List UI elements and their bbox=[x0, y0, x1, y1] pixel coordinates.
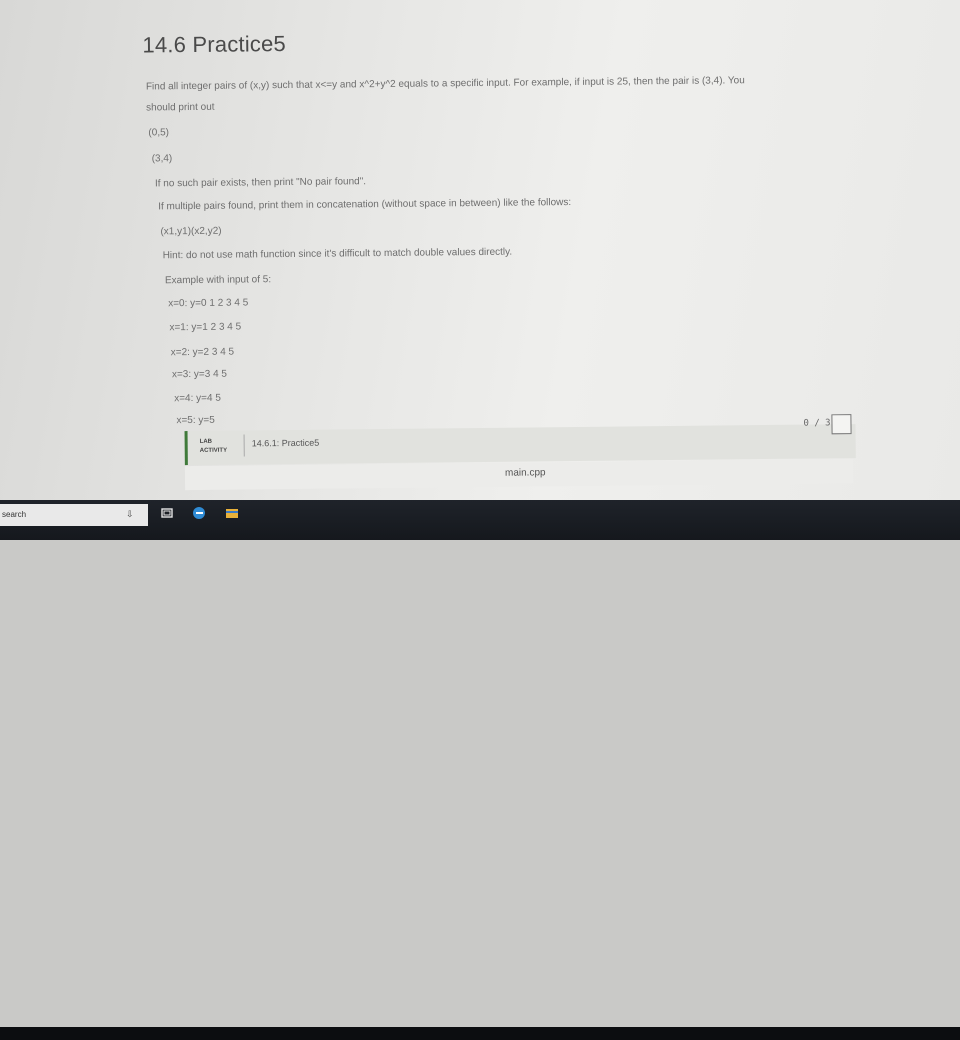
lab-score: 0 / 3 bbox=[803, 418, 831, 429]
search-input[interactable]: search ⇩ bbox=[0, 504, 148, 526]
search-label: search bbox=[2, 510, 27, 519]
example-intro: Example with input of 5: bbox=[164, 274, 272, 287]
page-title: 14.6 Practice5 bbox=[142, 31, 287, 58]
hint-text: Hint: do not use math function since it'… bbox=[162, 246, 513, 262]
screen-bottom-edge bbox=[0, 1027, 960, 1040]
lab-activity-tag: LAB ACTIVITY bbox=[200, 438, 228, 456]
edge-browser-icon[interactable] bbox=[192, 506, 206, 520]
no-pair-text: If no such pair exists, then print "No p… bbox=[154, 176, 367, 190]
lab-divider bbox=[243, 434, 245, 457]
example-line: x=5: y=5 bbox=[176, 414, 215, 427]
example-line: x=0: y=0 1 2 3 4 5 bbox=[168, 297, 249, 310]
file-explorer-icon[interactable] bbox=[225, 506, 239, 520]
lab-activity-header: LAB ACTIVITY 14.6.1: Practice5 0 / 3 bbox=[184, 414, 856, 466]
taskbar: search ⇩ bbox=[0, 500, 960, 1040]
browser-page: 14.6 Practice5 Find all integer pairs of… bbox=[0, 0, 960, 500]
example-line: x=1: y=1 2 3 4 5 bbox=[169, 321, 242, 334]
output-format-text: (x1,y1)(x2,y2) bbox=[160, 225, 222, 238]
microphone-icon[interactable]: ⇩ bbox=[126, 509, 134, 520]
sample-pair-1: (0,5) bbox=[148, 127, 170, 139]
multiple-pairs-text: If multiple pairs found, print them in c… bbox=[158, 197, 572, 213]
example-line: x=4: y=4 5 bbox=[174, 392, 221, 405]
lab-activity-name: 14.6.1: Practice5 bbox=[251, 437, 320, 449]
page-content: 14.6 Practice5 Find all integer pairs of… bbox=[0, 0, 960, 500]
sample-pair-2: (3,4) bbox=[151, 153, 173, 165]
lab-tag-line1: LAB bbox=[199, 438, 213, 445]
task-view-icon[interactable] bbox=[160, 506, 174, 520]
instruction-line-2: should print out bbox=[146, 101, 215, 114]
completion-checkbox[interactable] bbox=[831, 414, 852, 435]
instruction-line-1: Find all integer pairs of (x,y) such tha… bbox=[145, 75, 745, 93]
file-name[interactable]: main.cpp bbox=[505, 467, 546, 478]
example-line: x=2: y=2 3 4 5 bbox=[170, 346, 235, 359]
lab-tag-line2: ACTIVITY bbox=[199, 447, 228, 454]
example-line: x=3: y=3 4 5 bbox=[171, 368, 228, 381]
